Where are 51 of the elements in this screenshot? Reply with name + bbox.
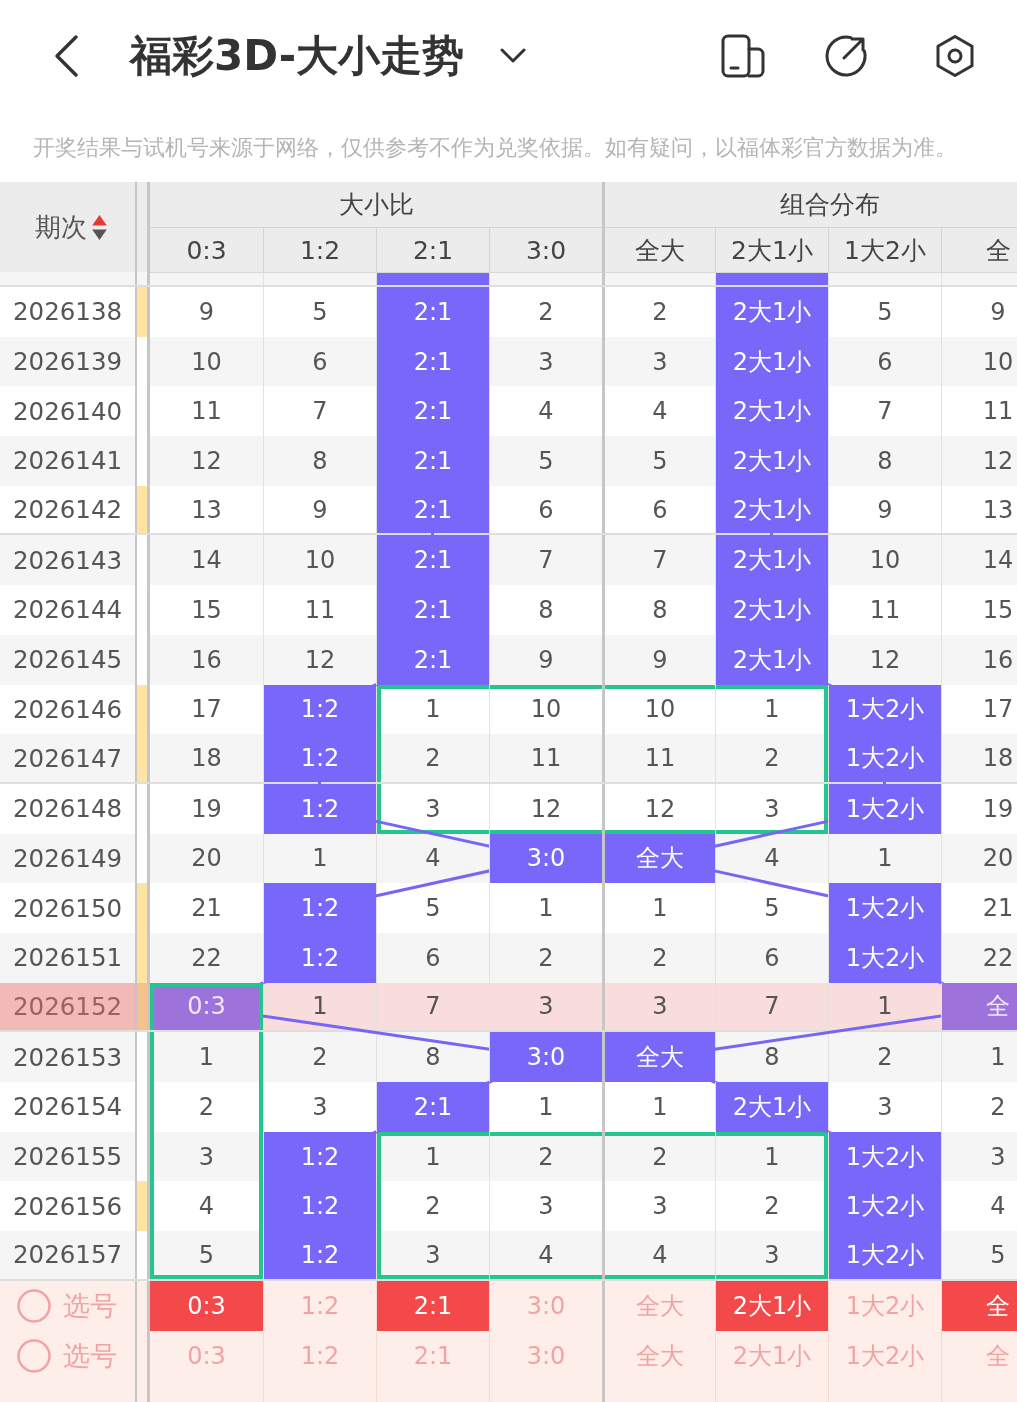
pick-cell[interactable]: 全大: [602, 1331, 715, 1381]
period-cell-text: 2026143: [12, 544, 124, 577]
pick-cell[interactable]: 1大2小: [828, 1331, 941, 1381]
period-cell-text: 2026142: [12, 494, 124, 527]
back-icon[interactable]: [52, 34, 80, 78]
period-cell-text: 2026144: [12, 594, 124, 627]
share-icon[interactable]: [824, 34, 868, 78]
pick-cell[interactable]: 2大1小: [715, 1281, 828, 1331]
pick-cell[interactable]: 3:0: [489, 1331, 602, 1381]
column-header: 0:3: [185, 234, 228, 267]
title-dropdown[interactable]: 福彩3D-大小走势: [130, 28, 527, 84]
period-cell-text: 2026139: [12, 346, 124, 379]
pick-cell[interactable]: 0:3: [150, 1331, 263, 1381]
group-header: 大小比: [150, 182, 602, 228]
period-cell-text: 2026147: [12, 742, 124, 775]
radio-icon[interactable]: [17, 1289, 51, 1323]
pick-cell[interactable]: 2大1小: [715, 1331, 828, 1381]
period-cell-text: 2026138: [12, 296, 124, 329]
period-cell-text: 2026148: [12, 793, 124, 826]
pick-cell[interactable]: 3:0: [489, 1281, 602, 1331]
period-cell-text: 2026141: [12, 445, 124, 478]
pick-cell[interactable]: 0:3: [150, 1281, 263, 1331]
pick-cell[interactable]: 1:2: [263, 1331, 376, 1381]
period-cell-text: 2026149: [12, 842, 124, 875]
disclaimer-text: 开奖结果与试机号来源于网络，仅供参考不作为兑奖依据。如有疑问，以福体彩官方数据为准。: [32, 133, 958, 162]
pick-cell[interactable]: 2:1: [376, 1331, 489, 1381]
period-cell-text: 2026155: [12, 1141, 124, 1174]
period-cell-text: 2026151: [12, 942, 124, 975]
table-cell: 4: [602, 1231, 715, 1279]
pick-cell[interactable]: 全: [941, 1281, 1017, 1331]
pick-cell[interactable]: 全: [941, 1331, 1017, 1381]
pick-cell[interactable]: 2:1: [376, 1281, 489, 1331]
pick-label[interactable]: 选号: [63, 1338, 117, 1374]
table-cell: 4: [489, 1231, 602, 1279]
period-cell: 2026152: [0, 982, 135, 1031]
radio-icon[interactable]: [17, 1339, 51, 1373]
period-header[interactable]: 期次: [0, 182, 135, 272]
devices-icon[interactable]: [721, 34, 765, 78]
period-cell-text: 2026157: [12, 1239, 124, 1272]
period-cell-text: 2026154: [12, 1091, 124, 1124]
period-cell-text: 2026156: [12, 1190, 124, 1223]
pick-label[interactable]: 选号: [63, 1288, 117, 1324]
period-cell-text: 2026145: [12, 644, 124, 677]
period-cell-text: 2026153: [12, 1041, 124, 1074]
period-cell-text: 2026150: [12, 892, 124, 925]
period-cell-text: 2026140: [12, 395, 124, 428]
period-cell-text: 2026146: [12, 693, 124, 726]
table-cell: 2: [489, 287, 602, 337]
group-header: 组合分布: [602, 182, 1017, 228]
caret-icon: [500, 48, 527, 64]
table-cell: 5: [150, 1231, 263, 1279]
